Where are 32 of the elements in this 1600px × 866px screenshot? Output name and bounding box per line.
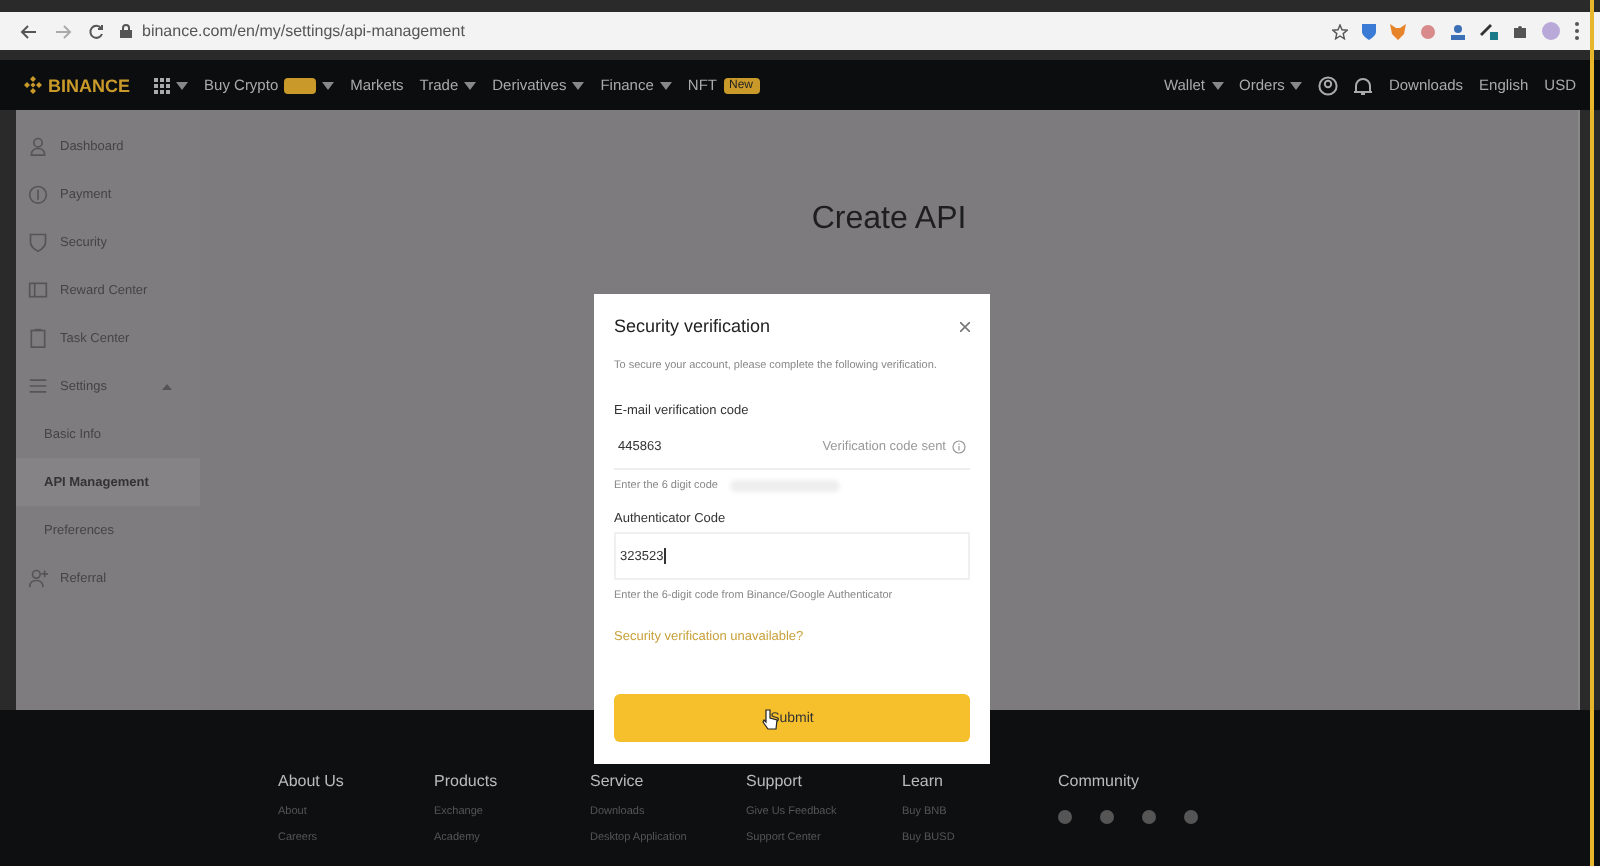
dialog-title: Security verification bbox=[614, 316, 771, 336]
person-icon[interactable] bbox=[1450, 23, 1466, 39]
footer-heading: Learn bbox=[902, 772, 945, 790]
user-icon[interactable] bbox=[1318, 75, 1339, 95]
lock-icon bbox=[120, 24, 132, 38]
footer-heading: Support bbox=[746, 772, 805, 790]
apps-grid-icon[interactable] bbox=[154, 77, 171, 93]
pen-icon[interactable] bbox=[1480, 22, 1498, 40]
star-icon[interactable] bbox=[1332, 23, 1348, 39]
url-text[interactable]: binance.com/en/my/settings/api-management bbox=[142, 22, 465, 40]
add-user-icon bbox=[28, 566, 48, 590]
coin-icon bbox=[28, 182, 48, 206]
shield-icon bbox=[28, 230, 48, 254]
footer-heading: Community bbox=[1058, 772, 1141, 790]
footer-heading: About Us bbox=[278, 772, 346, 790]
logo-text[interactable]: BINANCE bbox=[48, 75, 131, 95]
clipboard-icon bbox=[28, 326, 48, 350]
info-icon bbox=[952, 439, 966, 453]
back-icon[interactable] bbox=[20, 23, 38, 39]
shield-icon[interactable] bbox=[1362, 22, 1376, 40]
reload-icon[interactable] bbox=[88, 23, 104, 39]
fox-icon[interactable] bbox=[1390, 23, 1406, 39]
extension-icon[interactable] bbox=[1420, 23, 1436, 39]
page-title: Create API bbox=[811, 202, 967, 240]
close-icon[interactable] bbox=[960, 321, 970, 331]
bell-icon[interactable] bbox=[1354, 75, 1373, 95]
caret-icon bbox=[176, 81, 189, 89]
user-icon bbox=[28, 134, 48, 158]
logo-icon bbox=[24, 76, 42, 94]
footer-heading: Products bbox=[434, 772, 500, 790]
menu-icon[interactable] bbox=[1574, 22, 1580, 40]
footer-heading: Service bbox=[590, 772, 646, 790]
